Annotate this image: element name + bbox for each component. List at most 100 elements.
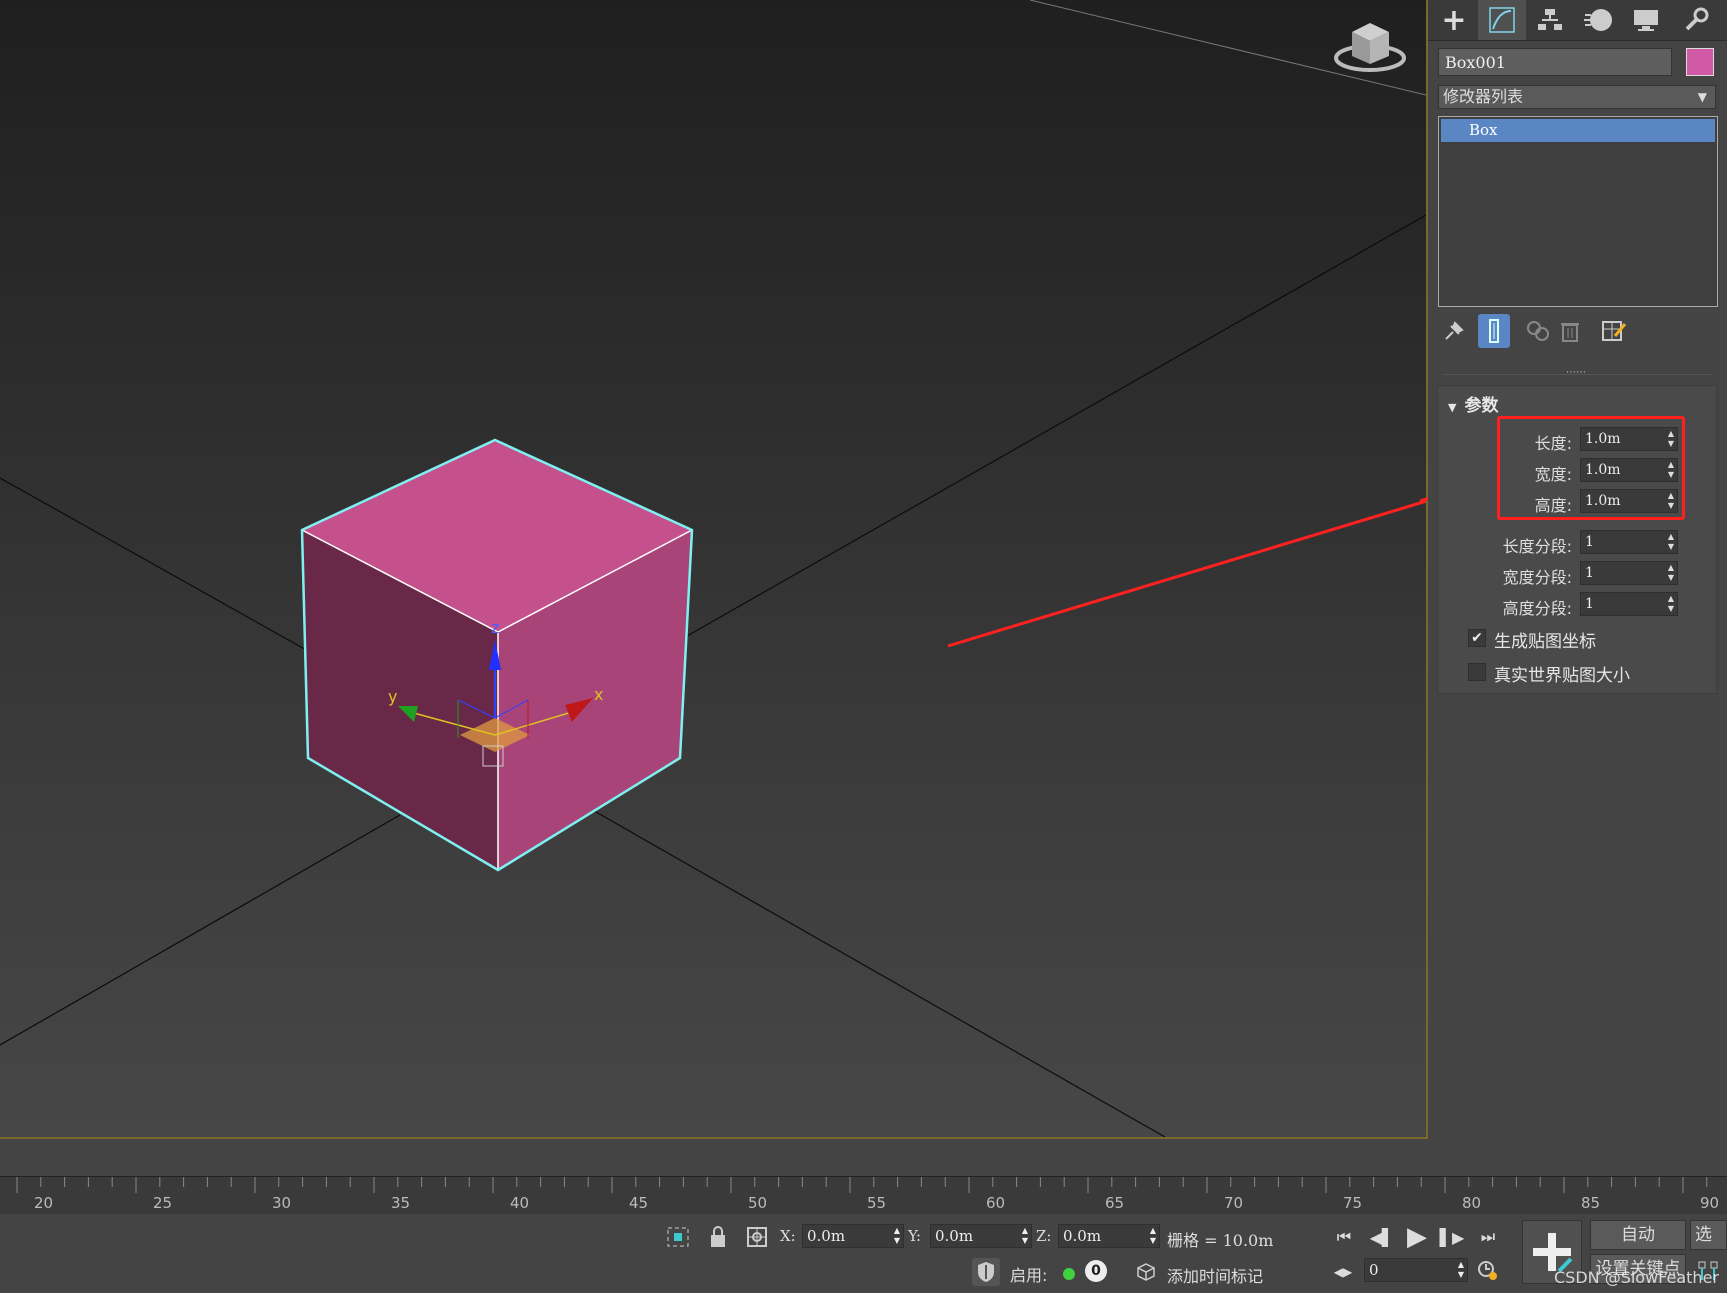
utilities-tab[interactable] bbox=[1672, 0, 1720, 40]
motion-tab[interactable] bbox=[1574, 0, 1622, 40]
create-tab[interactable]: + bbox=[1430, 0, 1478, 40]
spinner-arrows-icon[interactable]: ▲ ▼ bbox=[1458, 1260, 1464, 1280]
check-label: 生成贴图坐标 bbox=[1494, 632, 1596, 652]
trash-icon bbox=[1561, 323, 1579, 342]
time-config-button[interactable] bbox=[1474, 1258, 1502, 1284]
hierarchy-tab[interactable] bbox=[1526, 0, 1574, 40]
spinner-arrows-icon[interactable]: ▲ ▼ bbox=[894, 1226, 900, 1246]
param-label: 长度分段: bbox=[1502, 537, 1572, 556]
adaptive-degradation-button[interactable] bbox=[972, 1258, 1000, 1286]
hierarchy-icon bbox=[1538, 9, 1562, 30]
panel-grip-icon[interactable]: ⋯⋯ bbox=[1563, 368, 1589, 378]
configure-sets-icon bbox=[1602, 321, 1627, 341]
param-length-segs: 长度分段: 1 ▲ ▼ bbox=[1438, 530, 1718, 556]
tick-label: 80 bbox=[1462, 1194, 1482, 1212]
tick-label: 85 bbox=[1581, 1194, 1601, 1212]
object-name-field[interactable]: Box001 bbox=[1438, 48, 1672, 76]
param-height-segs: 高度分段: 1 ▲ ▼ bbox=[1438, 592, 1718, 618]
tick-label: 30 bbox=[272, 1194, 292, 1212]
spinner-arrows-icon[interactable]: ▲ ▼ bbox=[1668, 594, 1674, 614]
display-tab[interactable] bbox=[1622, 0, 1670, 40]
previous-frame-icon: ◀▌ bbox=[1369, 1227, 1395, 1247]
gizmo-z-label: z bbox=[491, 618, 499, 637]
cube-icon bbox=[1137, 1263, 1155, 1281]
motion-icon bbox=[1584, 9, 1612, 31]
modifier-stack[interactable]: Box bbox=[1438, 116, 1718, 307]
play-button[interactable]: ▶ bbox=[1402, 1222, 1432, 1252]
rollout-header[interactable]: ▼ 参数 bbox=[1448, 391, 1498, 416]
next-frame-button[interactable]: ▌▶ bbox=[1438, 1224, 1466, 1250]
lock-icon bbox=[711, 1226, 725, 1247]
lock-selection-button[interactable] bbox=[703, 1224, 733, 1250]
spinner-value: 1 bbox=[1585, 565, 1594, 581]
make-unique-button[interactable] bbox=[1522, 314, 1554, 348]
object-color-swatch[interactable] bbox=[1686, 48, 1714, 76]
auto-key-button[interactable]: 自动 bbox=[1590, 1220, 1686, 1250]
tick-label: 90 bbox=[1700, 1194, 1720, 1212]
real-world-map-size-checkbox[interactable] bbox=[1468, 663, 1486, 681]
check-label: 真实世界贴图大小 bbox=[1494, 666, 1630, 686]
key-mode-toggle[interactable]: ◀▶ bbox=[1330, 1260, 1356, 1284]
enable-label: 启用: bbox=[1010, 1266, 1048, 1285]
tick-label: 65 bbox=[1105, 1194, 1125, 1212]
perspective-viewport[interactable]: z y x bbox=[0, 0, 1428, 1139]
spinner-arrows-icon[interactable]: ▲ ▼ bbox=[1668, 532, 1674, 552]
status-dot-icon bbox=[1063, 1268, 1075, 1280]
go-to-start-button[interactable]: ⏮ bbox=[1330, 1224, 1358, 1250]
gen-mapping-coords-checkbox[interactable]: ✔ bbox=[1468, 629, 1486, 647]
z-coord-label: Z: bbox=[1036, 1227, 1052, 1245]
next-frame-icon: ▌▶ bbox=[1439, 1227, 1465, 1247]
grid-line bbox=[0, 814, 401, 1046]
command-panel: + Box001 修改器列表 ▼ Box ⋯⋯ ▼ 参数 长度: 1.0m ▲ … bbox=[1428, 0, 1727, 1176]
x-coord-field[interactable]: 0.0m ▲ ▼ bbox=[802, 1224, 904, 1248]
modifier-list-dropdown[interactable]: 修改器列表 ▼ bbox=[1438, 85, 1716, 109]
spinner-arrows-icon[interactable]: ▲ ▼ bbox=[1668, 563, 1674, 583]
rollout-title: 参数 bbox=[1464, 396, 1499, 416]
isolate-selection-icon bbox=[667, 1227, 689, 1247]
tick-label: 60 bbox=[986, 1194, 1006, 1212]
previous-frame-button[interactable]: ◀▌ bbox=[1368, 1224, 1396, 1250]
annotation-arrow bbox=[947, 499, 1426, 648]
annotation-highlight-box bbox=[1497, 416, 1685, 520]
tick-label: 55 bbox=[867, 1194, 887, 1212]
time-tag-button[interactable] bbox=[1133, 1260, 1159, 1284]
plus-icon: + bbox=[1441, 2, 1467, 38]
absolute-transform-icon bbox=[747, 1227, 767, 1247]
z-coord-field[interactable]: 0.0m ▲ ▼ bbox=[1058, 1224, 1160, 1248]
key-mode-icon: ◀▶ bbox=[1333, 1265, 1353, 1279]
length-segs-spinner[interactable]: 1 ▲ ▼ bbox=[1580, 530, 1678, 554]
tick-label: 45 bbox=[629, 1194, 649, 1212]
play-icon: ▶ bbox=[1407, 1222, 1427, 1252]
grid-size-text: 栅格 = 10.0m bbox=[1167, 1231, 1274, 1250]
y-coord-field[interactable]: 0.0m ▲ ▼ bbox=[930, 1224, 1032, 1248]
height-segs-spinner[interactable]: 1 ▲ ▼ bbox=[1580, 592, 1678, 616]
width-segs-spinner[interactable]: 1 ▲ ▼ bbox=[1580, 561, 1678, 585]
watermark-text: CSDN @SlowFeather bbox=[1554, 1268, 1719, 1287]
selection-lock-button[interactable] bbox=[663, 1224, 693, 1250]
selected-dropdown[interactable]: 选定 bbox=[1690, 1220, 1727, 1250]
viewcube-icon[interactable] bbox=[1334, 23, 1406, 72]
configure-modifier-sets-button[interactable] bbox=[1598, 314, 1630, 348]
spinner-arrows-icon[interactable]: ▲ ▼ bbox=[1150, 1226, 1156, 1246]
end-result-icon bbox=[1489, 319, 1499, 343]
remove-modifier-button[interactable] bbox=[1554, 314, 1586, 348]
show-end-result-button[interactable] bbox=[1478, 314, 1510, 348]
enable-count-badge: 0 bbox=[1085, 1260, 1107, 1282]
modifier-list-label: 修改器列表 bbox=[1443, 87, 1524, 106]
stack-item-box[interactable]: Box bbox=[1441, 119, 1715, 142]
current-frame-field[interactable]: 0 ▲ ▼ bbox=[1364, 1258, 1468, 1282]
timeline-ruler[interactable]: 20 25 30 35 40 45 50 55 60 65 70 75 80 8… bbox=[0, 1176, 1727, 1215]
stack-toolbar bbox=[1438, 314, 1718, 348]
param-label: 宽度分段: bbox=[1502, 568, 1572, 587]
spinner-value: 1 bbox=[1585, 596, 1594, 612]
absolute-mode-button[interactable] bbox=[742, 1224, 772, 1250]
x-coord-value: 0.0m bbox=[807, 1227, 846, 1245]
pin-stack-button[interactable] bbox=[1438, 314, 1470, 348]
go-to-end-button[interactable]: ⏭ bbox=[1474, 1224, 1502, 1250]
gizmo-y-label: y bbox=[388, 687, 397, 706]
add-time-tag-label[interactable]: 添加时间标记 bbox=[1167, 1263, 1263, 1287]
spinner-arrows-icon[interactable]: ▲ ▼ bbox=[1022, 1226, 1028, 1246]
modify-tab[interactable] bbox=[1478, 0, 1526, 40]
tick-label: 75 bbox=[1343, 1194, 1363, 1212]
tick-label: 25 bbox=[153, 1194, 173, 1212]
